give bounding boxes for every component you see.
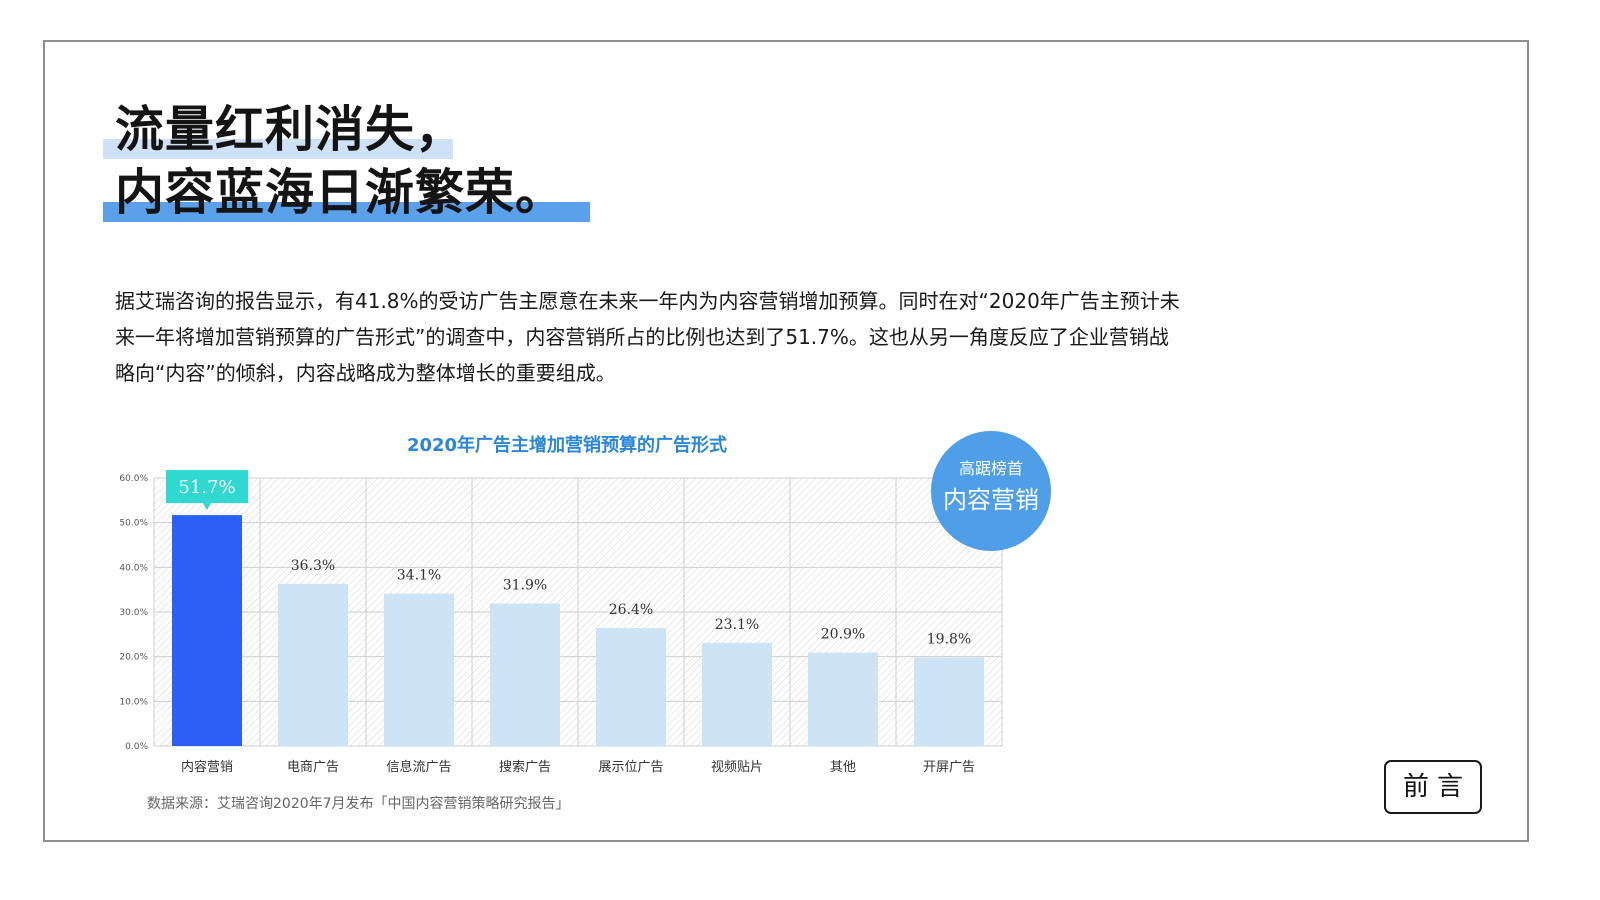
data-label: 26.4% [609,602,653,618]
headline-line-1: 流量红利消失， [115,101,466,158]
data-label: 51.7% [178,477,235,498]
bar [914,657,984,746]
data-label: 19.8% [927,632,971,648]
bar [596,628,666,746]
data-source-note: 数据来源：艾瑞咨询2020年7月发布「中国内容营销策略研究报告」 [147,796,570,812]
x-category-label: 内容营销 [181,759,233,775]
x-category-label: 视频贴片 [711,760,763,775]
bar [808,652,878,746]
data-label: 31.9% [503,578,547,594]
x-category-label: 信息流广告 [386,759,451,775]
y-tick-label: 30.0% [119,608,148,618]
y-tick-label: 50.0% [119,519,148,529]
badge-line-1: 高踞榜首 [958,459,1023,478]
y-tick-label: 60.0% [119,474,148,484]
y-tick-label: 40.0% [119,563,148,573]
x-category-label: 搜索广告 [499,760,551,775]
x-category-label: 其他 [830,760,856,775]
x-category-label: 电商广告 [287,760,339,775]
bar [172,515,242,746]
x-axis: 内容营销 电商广告 信息流广告 搜索广告 展示位广告 视频贴片 其他 开屏广告 [181,759,975,775]
chart-title: 2020年广告主增加营销预算的广告形式 [407,434,727,456]
y-axis: 0.0% 10.0% 20.0% 30.0% 40.0% 50.0% 60.0% [119,474,148,752]
bar [702,642,772,746]
x-category-label: 开屏广告 [923,760,975,775]
data-label: 36.3% [291,558,335,574]
data-label: 34.1% [397,568,441,584]
headline-line-2: 内容蓝海日渐繁荣。 [115,164,566,221]
data-label: 20.9% [821,627,865,643]
y-tick-label: 10.0% [119,697,148,707]
y-tick-label: 20.0% [119,653,148,663]
bar [490,603,560,746]
bar [278,583,348,746]
badge-line-2: 内容营销 [943,486,1039,514]
preface-nav-button[interactable]: 前言 [1384,760,1482,814]
y-tick-label: 0.0% [125,742,148,752]
top-rank-badge: 高踞榜首 内容营销 [931,431,1051,551]
bar [384,593,454,746]
data-label: 23.1% [715,617,759,633]
x-category-label: 展示位广告 [598,760,663,775]
